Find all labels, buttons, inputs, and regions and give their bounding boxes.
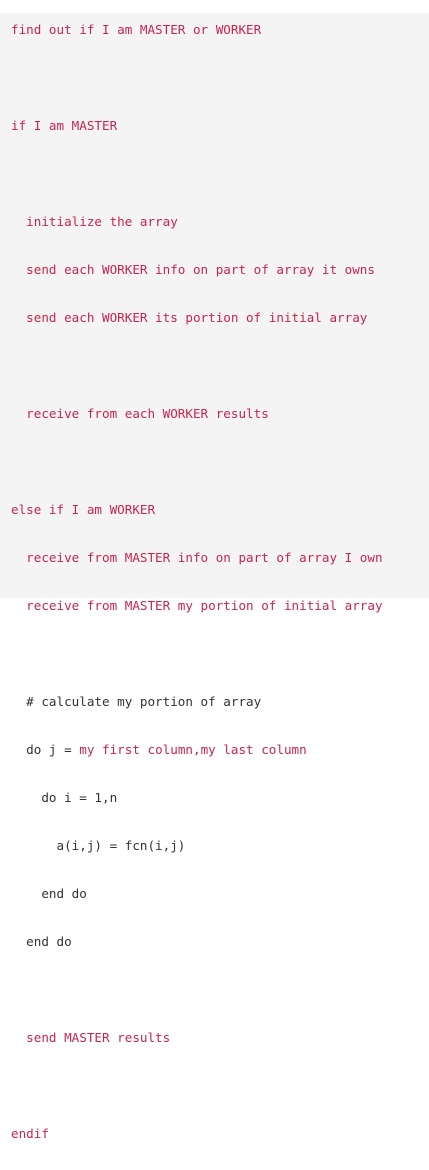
code-text: my first column,my last column <box>79 741 307 757</box>
code-keyword: end do <box>11 885 87 901</box>
code-text: receive from MASTER info on part of arra… <box>11 549 383 565</box>
code-line-20: end do <box>11 930 429 954</box>
code-line-16: do j = my first column,my last column <box>11 738 429 762</box>
code-text: receive from MASTER my portion of initia… <box>11 597 383 613</box>
code-text: receive from each WORKER results <box>11 405 269 421</box>
code-line-3: if I am MASTER <box>11 114 429 138</box>
code-text: send each WORKER info on part of array i… <box>11 261 375 277</box>
code-keyword: end do <box>11 933 72 949</box>
code-line-7: send each WORKER its portion of initial … <box>11 306 429 330</box>
code-line-19: end do <box>11 882 429 906</box>
code-line-13: receive from MASTER my portion of initia… <box>11 594 429 618</box>
code-text: if I am MASTER <box>11 117 118 133</box>
code-line-22: send MASTER results <box>11 1026 429 1050</box>
code-text: send each WORKER its portion of initial … <box>11 309 368 325</box>
code-line-6: send each WORKER info on part of array i… <box>11 258 429 282</box>
code-line-1: find out if I am MASTER or WORKER <box>11 18 429 42</box>
code-text: endif <box>11 1125 49 1141</box>
code-keyword: do j = <box>11 741 80 757</box>
code-line-9: receive from each WORKER results <box>11 402 429 426</box>
code-statement: a(i,j) = fcn(i,j) <box>11 837 186 853</box>
code-line-17: do i = 1,n <box>11 786 429 810</box>
code-text: find out if I am MASTER or WORKER <box>11 21 262 37</box>
code-line-12: receive from MASTER info on part of arra… <box>11 546 429 570</box>
code-line-11: else if I am WORKER <box>11 498 429 522</box>
code-line-24: endif <box>11 1122 429 1146</box>
code-line-5: initialize the array <box>11 210 429 234</box>
code-comment: # calculate my portion of array <box>11 693 262 709</box>
code-text: send MASTER results <box>11 1029 171 1045</box>
code-line-15: # calculate my portion of array <box>11 690 429 714</box>
code-text: else if I am WORKER <box>11 501 156 517</box>
pseudocode-block: find out if I am MASTER or WORKER if I a… <box>0 12 429 1141</box>
code-text: initialize the array <box>11 213 178 229</box>
code-keyword: do i = 1,n <box>11 789 118 805</box>
code-line-18: a(i,j) = fcn(i,j) <box>11 834 429 858</box>
